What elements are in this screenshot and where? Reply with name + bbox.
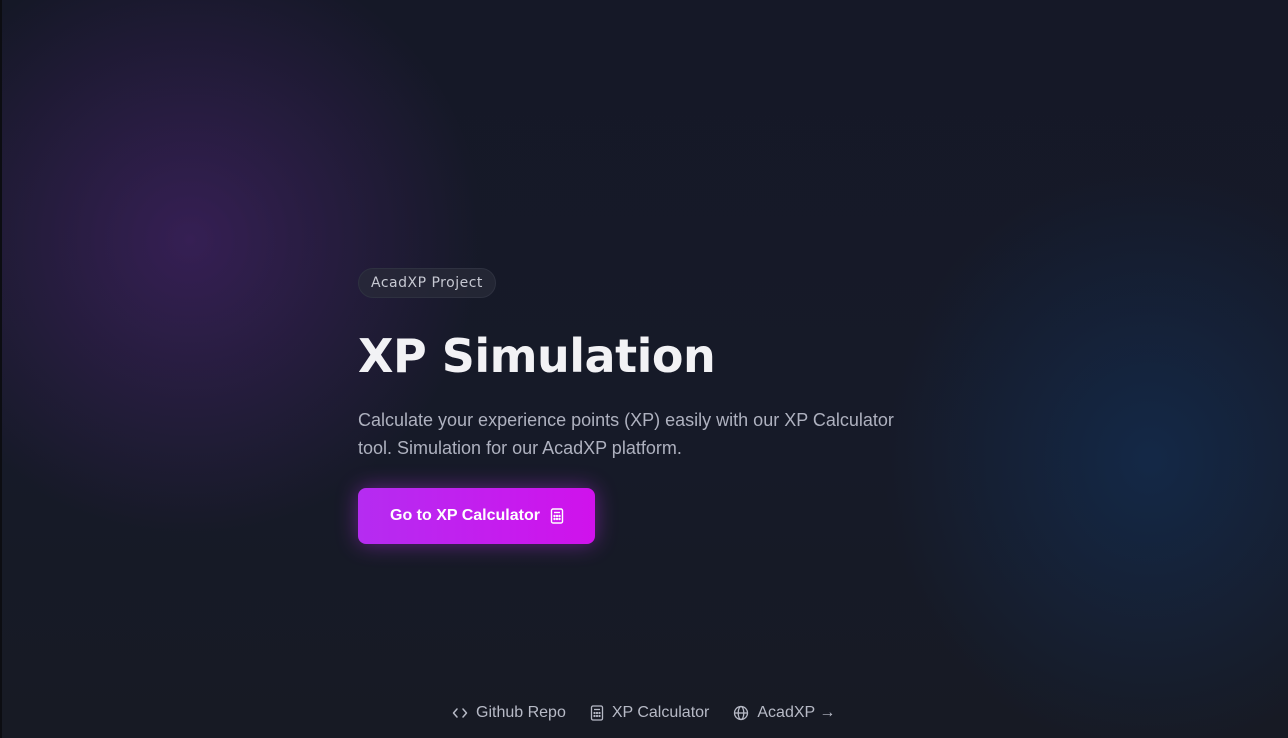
footer-nav: Github Repo XP Calculator AcadXP → [452, 704, 835, 722]
cta-label: Go to XP Calculator [390, 507, 540, 524]
footer-link-acadxp[interactable]: AcadXP → [733, 704, 835, 722]
footer-link-github[interactable]: Github Repo [452, 704, 566, 722]
project-badge: AcadXP Project [358, 268, 496, 298]
window-edge [0, 0, 2, 738]
go-to-calculator-button[interactable]: Go to XP Calculator [358, 488, 595, 544]
code-icon [452, 705, 468, 721]
hero-section: AcadXP Project XP Simulation Calculate y… [358, 268, 958, 544]
footer-link-calculator[interactable]: XP Calculator [590, 704, 710, 722]
footer-link-label: XP Calculator [611, 704, 710, 721]
footer-link-label: AcadXP → [757, 704, 836, 721]
calculator-icon [590, 705, 604, 721]
globe-icon [733, 705, 749, 721]
hero-description: Calculate your experience points (XP) ea… [358, 410, 894, 458]
calculator-icon [550, 508, 564, 524]
page-title: XP Simulation [358, 329, 716, 383]
footer-link-label: Github Repo [476, 704, 566, 721]
